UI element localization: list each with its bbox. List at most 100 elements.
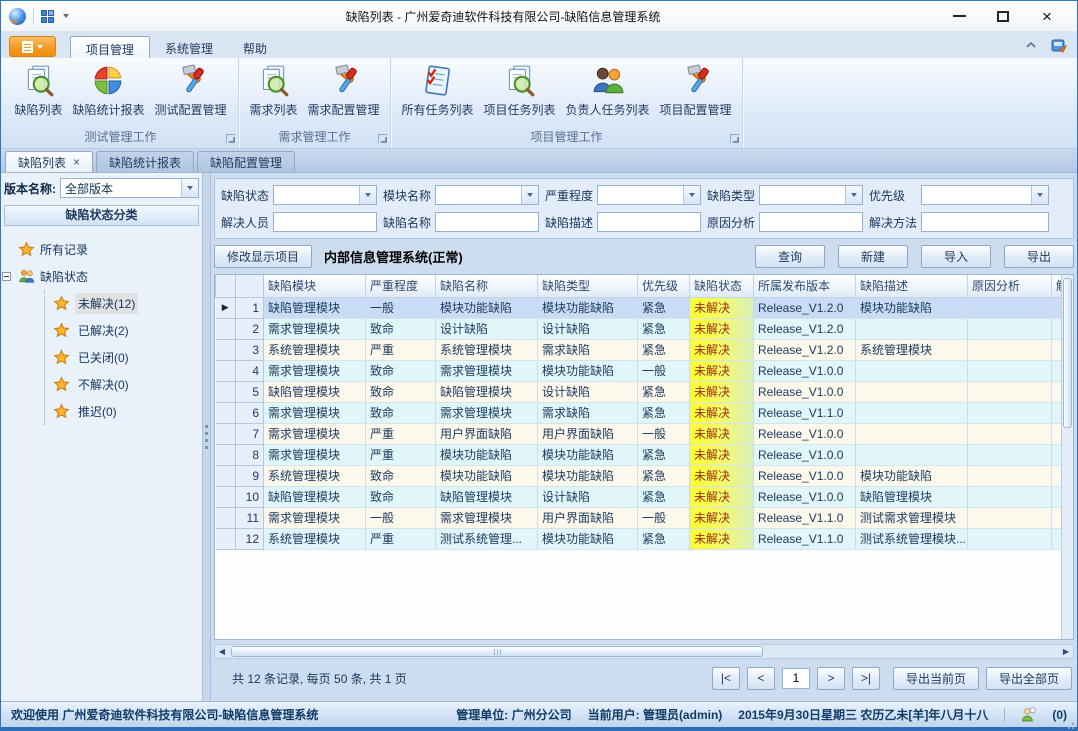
table-row[interactable]: 10 缺陷管理模块 致命 缺陷管理模块 设计缺陷 紧急 未解决 Release_…	[216, 486, 1075, 507]
cell-type[interactable]: 需求缺陷	[538, 402, 638, 423]
grid-column-header[interactable]: 缺陷类型	[538, 275, 638, 297]
export-all-pages-button[interactable]: 导出全部页	[986, 667, 1072, 690]
cell-severity[interactable]: 一般	[366, 507, 436, 528]
cell-module[interactable]: 缺陷管理模块	[264, 486, 366, 507]
tab-defect-config[interactable]: 缺陷配置管理	[197, 151, 295, 172]
cell-analysis[interactable]	[968, 360, 1052, 381]
cell-analysis[interactable]	[968, 423, 1052, 444]
tab-defect-list[interactable]: 缺陷列表 ×	[5, 151, 93, 172]
collapse-toggle-icon[interactable]	[2, 272, 11, 281]
cell-type[interactable]: 模块功能缺陷	[538, 297, 638, 318]
tab-defect-report[interactable]: 缺陷统计报表	[96, 151, 194, 172]
cell-name[interactable]: 模块功能缺陷	[436, 444, 538, 465]
cell-module[interactable]: 缺陷管理模块	[264, 381, 366, 402]
cell-description[interactable]: 测试需求管理模块	[856, 507, 968, 528]
test-config-button[interactable]: 测试配置管理	[150, 59, 232, 120]
vertical-scrollbar-thumb[interactable]	[1063, 278, 1072, 428]
cell-priority[interactable]: 一般	[638, 423, 690, 444]
cell-module[interactable]: 缺陷管理模块	[264, 297, 366, 318]
cell-analysis[interactable]	[968, 381, 1052, 402]
grid-column-header[interactable]: 缺陷描述	[856, 275, 968, 297]
cell-priority[interactable]: 紧急	[638, 339, 690, 360]
cell-module[interactable]: 系统管理模块	[264, 339, 366, 360]
chevron-down-icon[interactable]	[1031, 186, 1048, 204]
cell-type[interactable]: 设计缺陷	[538, 486, 638, 507]
cell-type[interactable]: 用户界面缺陷	[538, 507, 638, 528]
cell-type[interactable]: 模块功能缺陷	[538, 444, 638, 465]
splitter-handle[interactable]	[203, 173, 211, 701]
cell-priority[interactable]: 一般	[638, 507, 690, 528]
grid-column-header[interactable]: 优先级	[638, 275, 690, 297]
cell-name[interactable]: 缺陷管理模块	[436, 381, 538, 402]
filter-select[interactable]	[597, 185, 701, 205]
first-page-button[interactable]: |<	[712, 667, 740, 690]
cell-analysis[interactable]	[968, 402, 1052, 423]
ribbon-tab-system[interactable]: 系统管理	[150, 36, 228, 58]
table-row[interactable]: 8 需求管理模块 严重 模块功能缺陷 模块功能缺陷 紧急 未解决 Release…	[216, 444, 1075, 465]
table-row[interactable]: 3 系统管理模块 严重 系统管理模块 需求缺陷 紧急 未解决 Release_V…	[216, 339, 1075, 360]
cell-severity[interactable]: 致命	[366, 360, 436, 381]
cell-module[interactable]: 系统管理模块	[264, 528, 366, 549]
cell-status[interactable]: 未解决	[690, 381, 754, 402]
grid-column-header[interactable]: 原因分析	[968, 275, 1052, 297]
defect-report-button[interactable]: 缺陷统计报表	[67, 59, 149, 120]
requirement-list-button[interactable]: 需求列表	[244, 59, 302, 120]
filter-input[interactable]	[759, 212, 863, 232]
cell-name[interactable]: 需求管理模块	[436, 402, 538, 423]
cell-version[interactable]: Release_V1.1.0	[754, 528, 856, 549]
cell-description[interactable]: 模块功能缺陷	[856, 297, 968, 318]
prev-page-button[interactable]: <	[747, 667, 775, 690]
cell-version[interactable]: Release_V1.0.0	[754, 444, 856, 465]
cell-severity[interactable]: 一般	[366, 297, 436, 318]
cell-description[interactable]	[856, 402, 968, 423]
table-row[interactable]: 12 系统管理模块 严重 测试系统管理... 模块功能缺陷 紧急 未解决 Rel…	[216, 528, 1075, 549]
requirement-config-button[interactable]: 需求配置管理	[303, 59, 385, 120]
toolbar-button[interactable]: 导入	[921, 245, 991, 268]
cell-version[interactable]: Release_V1.1.0	[754, 507, 856, 528]
cell-status[interactable]: 未解决	[690, 486, 754, 507]
cell-analysis[interactable]	[968, 465, 1052, 486]
resize-grip[interactable]	[1072, 723, 1074, 725]
close-button[interactable]: ×	[1025, 3, 1069, 29]
chevron-down-icon[interactable]	[683, 186, 700, 204]
cell-description[interactable]	[856, 381, 968, 402]
cell-version[interactable]: Release_V1.0.0	[754, 465, 856, 486]
cell-description[interactable]	[856, 444, 968, 465]
filter-select[interactable]	[921, 185, 1049, 205]
cell-name[interactable]: 需求管理模块	[436, 507, 538, 528]
cell-priority[interactable]: 紧急	[638, 444, 690, 465]
cell-description[interactable]: 测试系统管理模块...	[856, 528, 968, 549]
cell-analysis[interactable]	[968, 507, 1052, 528]
cell-description[interactable]: 系统管理模块	[856, 339, 968, 360]
dialog-launcher-icon[interactable]	[730, 134, 739, 143]
cell-analysis[interactable]	[968, 486, 1052, 507]
cell-description[interactable]	[856, 423, 968, 444]
maximize-button[interactable]	[981, 3, 1025, 29]
table-row[interactable]: 7 需求管理模块 严重 用户界面缺陷 用户界面缺陷 一般 未解决 Release…	[216, 423, 1075, 444]
cell-analysis[interactable]	[968, 318, 1052, 339]
cell-priority[interactable]: 紧急	[638, 402, 690, 423]
cell-priority[interactable]: 紧急	[638, 318, 690, 339]
cell-name[interactable]: 设计缺陷	[436, 318, 538, 339]
filter-input[interactable]	[597, 212, 701, 232]
cell-status[interactable]: 未解决	[690, 507, 754, 528]
cell-priority[interactable]: 紧急	[638, 297, 690, 318]
cell-module[interactable]: 需求管理模块	[264, 444, 366, 465]
ribbon-tab-project[interactable]: 项目管理	[70, 36, 150, 58]
cell-status[interactable]: 未解决	[690, 360, 754, 381]
minimize-button[interactable]	[937, 3, 981, 29]
cell-module[interactable]: 需求管理模块	[264, 360, 366, 381]
cell-priority[interactable]: 紧急	[638, 528, 690, 549]
owner-tasks-button[interactable]: 负责人任务列表	[561, 59, 655, 120]
cell-module[interactable]: 需求管理模块	[264, 423, 366, 444]
dialog-launcher-icon[interactable]	[378, 134, 387, 143]
all-tasks-button[interactable]: 所有任务列表	[396, 59, 478, 120]
cell-analysis[interactable]	[968, 444, 1052, 465]
cell-type[interactable]: 设计缺陷	[538, 381, 638, 402]
tree-item-all-records[interactable]: 所有记录	[18, 236, 199, 263]
tree-item-status[interactable]: 未解决(12)	[53, 290, 199, 317]
cell-module[interactable]: 系统管理模块	[264, 465, 366, 486]
cell-status[interactable]: 未解决	[690, 444, 754, 465]
cell-module[interactable]: 需求管理模块	[264, 318, 366, 339]
cell-priority[interactable]: 紧急	[638, 486, 690, 507]
